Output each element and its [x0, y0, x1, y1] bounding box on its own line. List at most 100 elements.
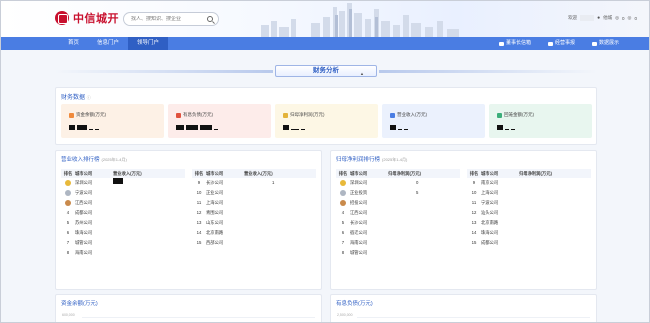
rank-number: 8 [66, 250, 70, 255]
value-text: 0 [416, 180, 419, 185]
revenue-rank-period: (2025年1-4月) [101, 157, 127, 162]
table-row[interactable]: 12 汕头公司 [467, 208, 591, 218]
table-row[interactable]: 14 北京南路 [192, 228, 316, 238]
rank-number: 6 [341, 230, 345, 235]
rank-number: 12 [196, 210, 202, 215]
search-box[interactable] [123, 12, 219, 26]
finance-data-panel: 财务数据 ⓘ 资金余额(万元) 有息负债(万元) 归母净利润(万元) 营业收入(… [55, 87, 597, 145]
gridline [82, 317, 315, 318]
table-row[interactable]: 江西公司 [61, 198, 185, 208]
kpi-card-revenue[interactable]: 营业收入(万元) [382, 104, 485, 138]
user-icon[interactable]: ● [597, 15, 600, 21]
user-greeting: 欢迎 [568, 15, 578, 20]
table-row[interactable]: 正业投资 5 [336, 188, 460, 198]
table-row[interactable]: 12 青围公司 [192, 208, 316, 218]
nav-link-operation-report[interactable]: 经营事报 [547, 37, 575, 50]
city-name: 深圳公司 [350, 180, 368, 185]
header-value: 归母净利润(万元) [519, 171, 552, 176]
table-row[interactable]: 15 成都公司 [467, 238, 591, 248]
rank-number: 12 [471, 210, 477, 215]
rank-number: 9 [472, 180, 476, 185]
city-name: 汕头公司 [481, 210, 499, 215]
finance-data-title: 财务数据 ⓘ [61, 92, 91, 101]
company-logo[interactable]: 中信城开 [55, 10, 119, 26]
city-name: 宿迁公司 [350, 230, 368, 235]
table-row[interactable]: 13 北京南路 [467, 218, 591, 228]
kpi-card-interest-debt[interactable]: 有息负债(万元) [168, 104, 271, 138]
user-role[interactable]: 他城 [603, 15, 612, 21]
city-name: 苏州公司 [75, 220, 93, 225]
nav-link-data-display[interactable]: 数据展示 [591, 37, 619, 50]
table-row[interactable]: 10 上海公司 [467, 188, 591, 198]
search-icon[interactable] [207, 16, 213, 22]
nav-item-home[interactable]: 首页 [59, 37, 88, 50]
table-row[interactable]: 深圳公司 0 [336, 178, 460, 188]
rank-number: 7 [341, 240, 345, 245]
nav-item-info-portal[interactable]: 信息门户 [88, 37, 128, 50]
table-row[interactable]: 11 宁波公司 [467, 198, 591, 208]
rank-number: 7 [66, 240, 70, 245]
table-row[interactable]: 招投公司 [336, 198, 460, 208]
info-icon[interactable]: ⓘ [87, 95, 91, 100]
profit-rank-title-text: 归母净利润排行榜 [336, 157, 381, 163]
header-rank: 排名 [469, 171, 479, 176]
header-value: 归母净利润(万元) [388, 171, 421, 176]
table-row[interactable]: 14 珠海公司 [467, 228, 591, 238]
table-row[interactable]: 11 上海公司 [192, 198, 316, 208]
table-row[interactable]: 5 长沙公司 [336, 218, 460, 228]
message-count: 0 [622, 15, 625, 21]
table-row[interactable]: 15 西部公司 [192, 238, 316, 248]
city-name: 城管公司 [75, 240, 93, 245]
city-name: 成都公司 [75, 210, 93, 215]
table-row[interactable]: 8 城管公司 [336, 248, 460, 258]
city-name: 珠海公司 [481, 230, 499, 235]
kpi-card-collection[interactable]: 回笼金额(万元) [489, 104, 592, 138]
rank-number: 8 [341, 250, 345, 255]
collapse-icon[interactable]: ▲ [360, 69, 364, 79]
table-row[interactable]: 9 长沙公司 1 [192, 178, 316, 188]
table-row[interactable]: 7 城管公司 [61, 238, 185, 248]
rank-number: 15 [196, 240, 202, 245]
notification-icon[interactable]: ◎ [628, 15, 632, 21]
kpi-value-masked [390, 125, 410, 130]
table-row[interactable]: 宁波公司 [61, 188, 185, 198]
table-row[interactable]: 10 正业公司 [192, 188, 316, 198]
table-row[interactable]: 深圳公司 [61, 178, 185, 188]
table-row[interactable]: 9 南京公司 [467, 178, 591, 188]
nav-link-chairman-mailbox[interactable]: 董事长信箱 [498, 37, 531, 50]
city-name: 招投公司 [350, 200, 368, 205]
city-name: 长沙公司 [206, 180, 224, 185]
table-row[interactable]: 4 江西公司 [336, 208, 460, 218]
kpi-card-fund-balance[interactable]: 资金余额(万元) [61, 104, 164, 138]
profit-rank-table-right: 排名 城市公司 归母净利润(万元) 9 南京公司 10 上海公司 11 宁波公司 12… [467, 169, 591, 248]
rank-number: 5 [341, 220, 345, 225]
profit-rank-panel: 归母净利润排行榜 (2025年1-4月) 排名 城市公司 归母净利润(万元) 深圳… [330, 150, 597, 290]
table-row[interactable]: 5 苏州公司 [61, 218, 185, 228]
header-rank: 排名 [63, 171, 73, 176]
main-nav: 首页 信息门户 领导门户 董事长信箱 经营事报 数据展示 [1, 37, 649, 50]
table-row[interactable]: 4 成都公司 [61, 208, 185, 218]
nav-item-leader-portal[interactable]: 领导门户 [128, 37, 169, 50]
table-row[interactable]: 6 珠海公司 [61, 228, 185, 238]
table-row[interactable]: 13 山东公司 [192, 218, 316, 228]
search-input[interactable] [131, 16, 207, 22]
section-title-finance[interactable]: 财务分析 ▲ [275, 65, 377, 77]
city-name: 珠海公司 [75, 230, 93, 235]
header-rank: 排名 [338, 171, 348, 176]
report-icon [547, 41, 553, 46]
rank-number: 5 [66, 220, 70, 225]
kpi-card-net-profit[interactable]: 归母净利润(万元) [275, 104, 378, 138]
revenue-rank-title: 营业收入排行榜 (2025年1-4月) [61, 155, 127, 163]
city-name: 西部公司 [206, 240, 224, 245]
city-name: 正业公司 [206, 190, 224, 195]
section-divider-right [379, 70, 597, 73]
profit-rank-title: 归母净利润排行榜 (2025年1-4月) [336, 155, 407, 163]
profit-rank-period: (2025年1-4月) [382, 157, 408, 162]
city-name: 上海公司 [481, 190, 499, 195]
message-icon[interactable]: ◎ [615, 15, 619, 21]
table-row[interactable]: 8 海南公司 [61, 248, 185, 258]
table-row[interactable]: 6 宿迁公司 [336, 228, 460, 238]
city-name: 山东公司 [206, 220, 224, 225]
table-row[interactable]: 7 海南公司 [336, 238, 460, 248]
city-name: 深圳公司 [75, 180, 93, 185]
